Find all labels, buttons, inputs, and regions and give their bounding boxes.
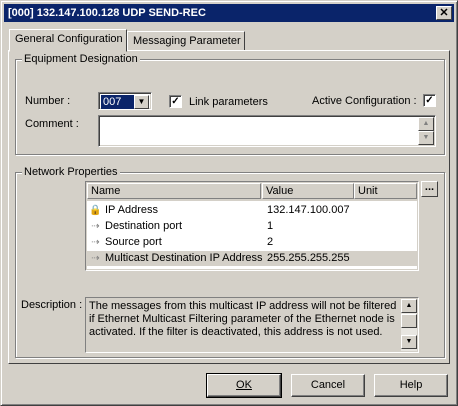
- number-label: Number :: [25, 95, 71, 107]
- active-configuration-label: Active Configuration :: [312, 95, 417, 107]
- comment-scrollbar[interactable]: ▲ ▼: [418, 117, 434, 145]
- comment-label: Comment :: [25, 118, 79, 130]
- column-header-unit[interactable]: Unit: [354, 183, 417, 199]
- cancel-button[interactable]: Cancel: [291, 374, 365, 397]
- arrow-icon: ⇢: [91, 237, 100, 248]
- description-scrollbar[interactable]: ▲ ▼: [401, 299, 417, 351]
- table-row[interactable]: ⇢ Destination port 1: [87, 219, 417, 234]
- tab-general-configuration[interactable]: General Configuration: [9, 29, 127, 52]
- active-configuration-checkbox[interactable]: ✓: [423, 94, 436, 107]
- close-button[interactable]: ✕: [436, 6, 452, 20]
- comment-field[interactable]: ▲ ▼: [98, 115, 436, 147]
- row-name: Source port: [105, 236, 162, 248]
- chevron-down-icon[interactable]: ▼: [134, 95, 149, 109]
- row-value: 2: [267, 236, 274, 248]
- number-value: 007: [101, 95, 135, 109]
- number-combobox[interactable]: 007 ▼: [98, 92, 152, 110]
- table-row[interactable]: ⇢ Source port 2: [87, 235, 417, 250]
- row-value: 255.255.255.255: [267, 252, 350, 264]
- equipment-designation-label: Equipment Designation: [22, 53, 140, 65]
- row-value: 132.147.100.007: [267, 204, 350, 216]
- grid-body: 🔒 IP Address 132.147.100.007 ⇢ Destinati…: [87, 201, 417, 269]
- properties-grid[interactable]: Name Value Unit 🔒 IP Address 132.147.100…: [85, 181, 419, 271]
- scroll-down-icon[interactable]: ▼: [418, 131, 434, 145]
- network-properties-label: Network Properties: [22, 166, 120, 178]
- row-name: IP Address: [105, 204, 158, 216]
- help-button[interactable]: Help: [374, 374, 448, 397]
- column-header-value[interactable]: Value: [262, 183, 354, 199]
- row-name: Multicast Destination IP Address: [105, 252, 263, 264]
- column-header-name[interactable]: Name: [87, 183, 261, 199]
- link-parameters-label: Link parameters: [189, 96, 268, 108]
- arrow-icon: ⇢: [91, 253, 100, 264]
- title-bar[interactable]: [000] 132.147.100.128 UDP SEND-REC ✕: [4, 4, 454, 22]
- description-box: The messages from this multicast IP addr…: [85, 297, 419, 353]
- row-value: 1: [267, 220, 274, 232]
- ellipsis-button[interactable]: ...: [421, 181, 438, 197]
- ok-button[interactable]: OK: [206, 373, 282, 398]
- ok-label: OK: [236, 379, 252, 391]
- dialog-window: [000] 132.147.100.128 UDP SEND-REC ✕ Gen…: [0, 0, 458, 406]
- scroll-thumb[interactable]: [401, 314, 417, 328]
- description-label: Description :: [21, 299, 83, 311]
- lock-icon: 🔒: [89, 205, 102, 216]
- scroll-down-icon[interactable]: ▼: [401, 335, 417, 349]
- scroll-up-icon[interactable]: ▲: [401, 299, 417, 313]
- description-text: The messages from this multicast IP addr…: [89, 300, 397, 338]
- scroll-up-icon[interactable]: ▲: [418, 117, 434, 131]
- row-name: Destination port: [105, 220, 183, 232]
- arrow-icon: ⇢: [91, 221, 100, 232]
- table-row-selected[interactable]: ⇢ Multicast Destination IP Address 255.2…: [87, 251, 417, 266]
- window-title: [000] 132.147.100.128 UDP SEND-REC: [8, 7, 206, 19]
- link-parameters-checkbox[interactable]: ✓: [169, 95, 182, 108]
- table-row[interactable]: 🔒 IP Address 132.147.100.007: [87, 203, 417, 218]
- tab-messaging-parameter[interactable]: Messaging Parameter: [127, 31, 245, 51]
